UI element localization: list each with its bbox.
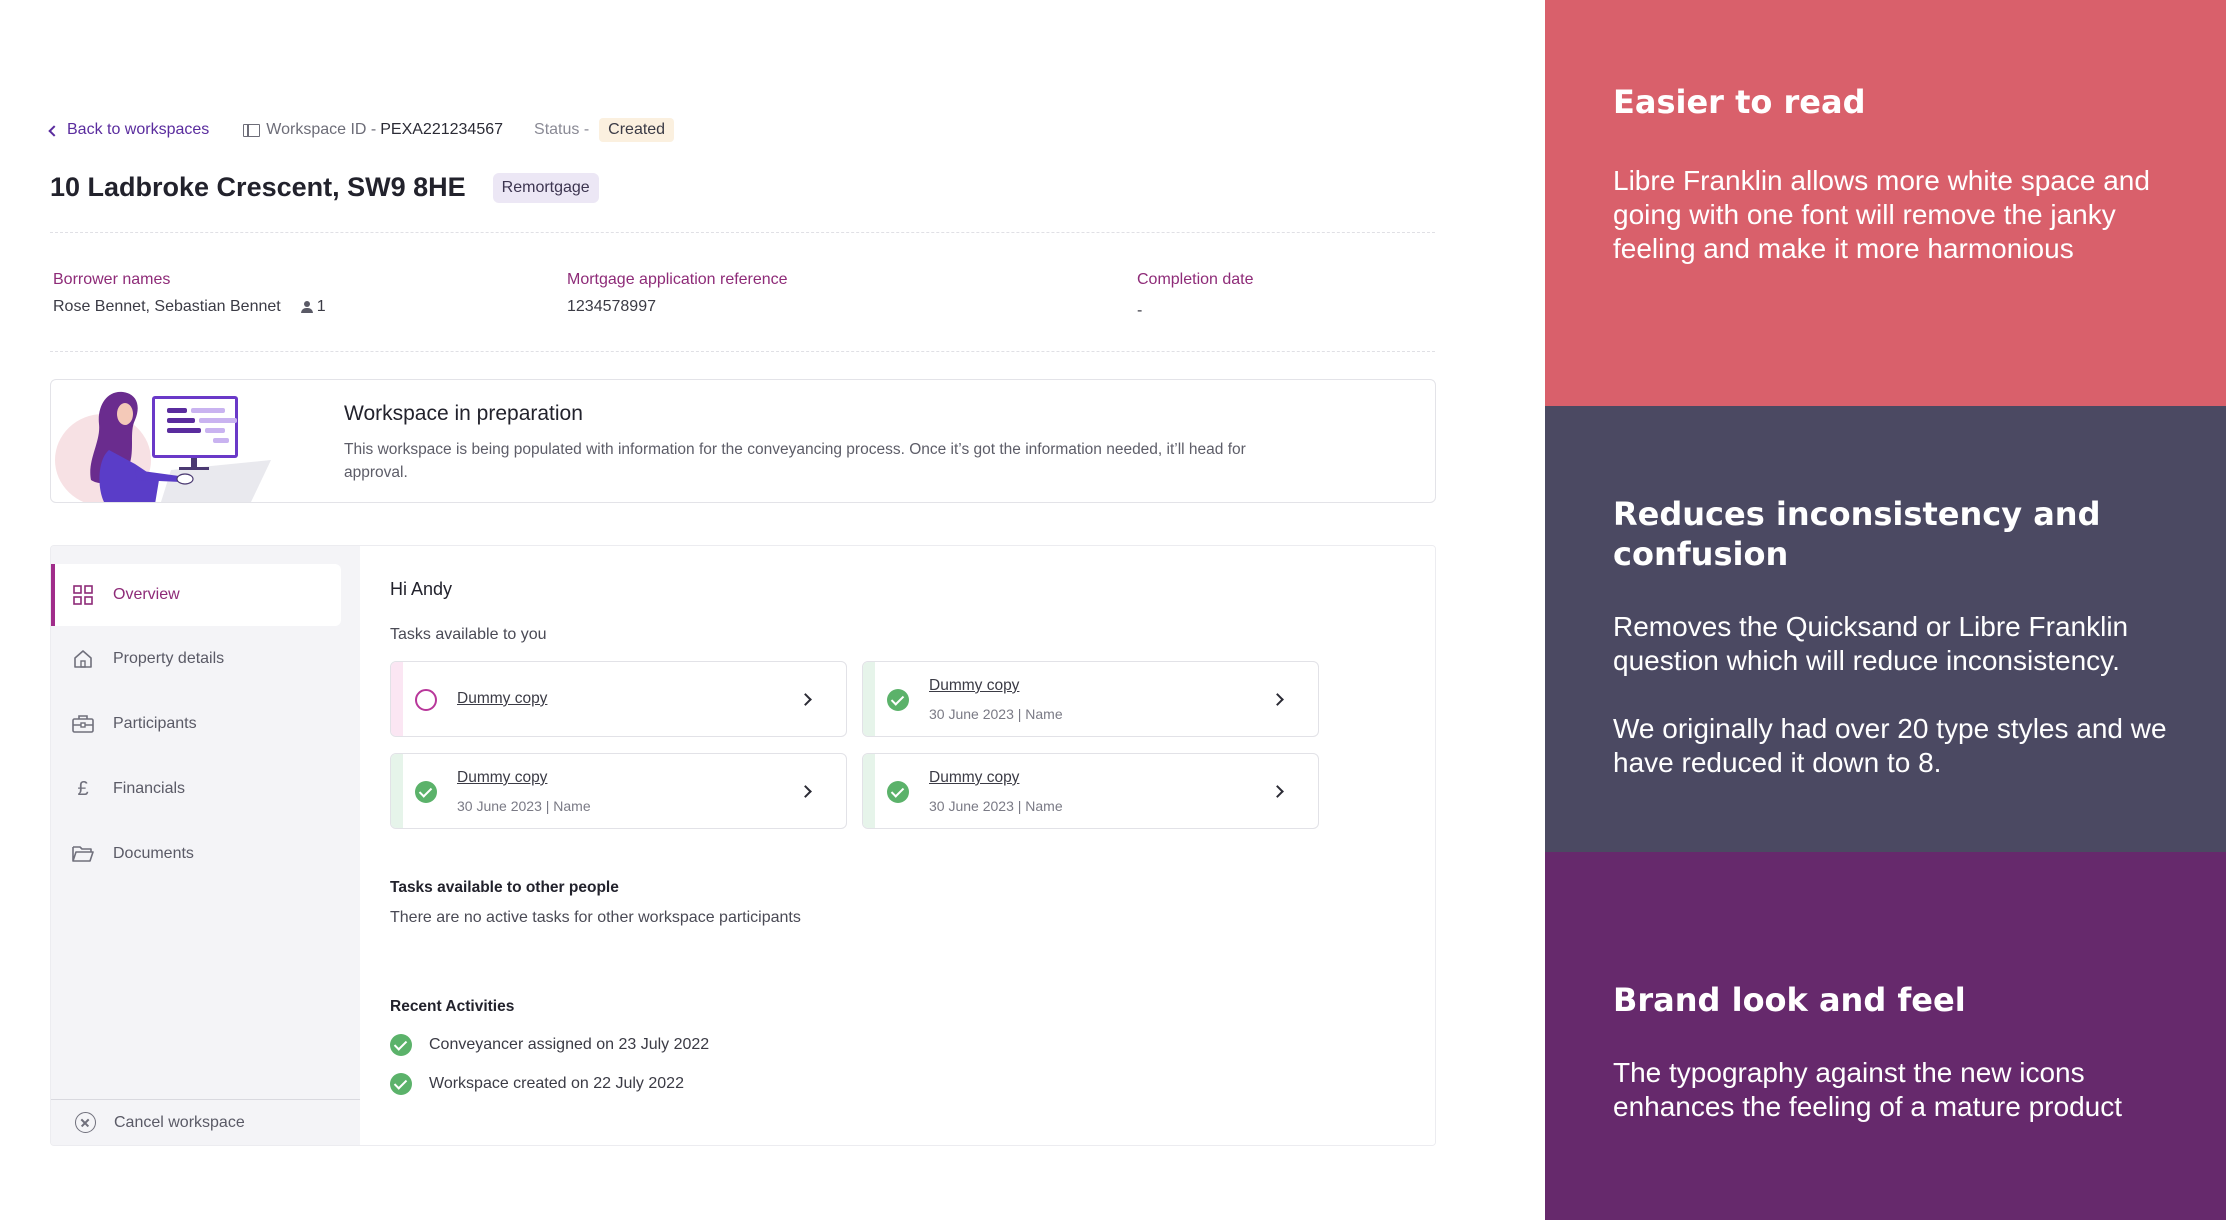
note-heading: Brand look and feel: [1613, 981, 1966, 1019]
sidebar-item-documents[interactable]: Documents: [51, 823, 341, 885]
task-meta: 30 June 2023 | Name: [457, 798, 591, 814]
chevron-right-icon: [799, 785, 812, 798]
person-icon: [300, 301, 313, 313]
completion-date: Completion date -: [1137, 271, 1254, 320]
briefcase-icon: [72, 713, 94, 735]
task-link[interactable]: Dummy copy: [929, 769, 1019, 787]
close-circle-icon: [75, 1112, 96, 1133]
workspace-status: Status - Created: [534, 118, 675, 142]
check-circle-icon: [887, 781, 909, 803]
note-heading: Easier to read: [1613, 83, 1866, 121]
borrower-names-value: Rose Bennet, Sebastian Bennet: [53, 298, 281, 315]
sidebar-item-property-details[interactable]: Property details: [51, 628, 341, 690]
workspace-id-label: Workspace ID -: [266, 121, 377, 138]
task-meta: 30 June 2023 | Name: [929, 706, 1063, 722]
sidebar-item-label: Participants: [113, 715, 197, 732]
recent-activities-heading: Recent Activities: [390, 998, 515, 1015]
task-status-strip: [863, 662, 875, 736]
check-circle-icon: [390, 1073, 412, 1095]
completion-date-label: Completion date: [1137, 271, 1254, 288]
borrower-count: 1: [316, 298, 326, 315]
workspace-id: Workspace ID - PEXA221234567: [243, 121, 503, 139]
check-circle-icon: [415, 781, 437, 803]
note-reduces-inconsistency: Reduces inconsistency and confusion Remo…: [1545, 406, 2226, 852]
banner-title: Workspace in preparation: [344, 402, 583, 425]
task-meta: 30 June 2023 | Name: [929, 798, 1063, 814]
task-card[interactable]: Dummy copy 30 June 2023 | Name: [862, 753, 1319, 829]
activity-item: Conveyancer assigned on 23 July 2022: [390, 1034, 709, 1056]
other-tasks-heading: Tasks available to other people: [390, 879, 619, 896]
check-circle-icon: [390, 1034, 412, 1056]
workspace-preparation-illustration: [55, 391, 271, 502]
activity-item: Workspace created on 22 July 2022: [390, 1073, 684, 1095]
home-icon: [72, 648, 94, 670]
tasks-heading: Tasks available to you: [390, 626, 547, 643]
divider: [50, 232, 1435, 233]
task-card[interactable]: Dummy copy 30 June 2023 | Name: [862, 661, 1319, 737]
activity-text: Conveyancer assigned on 23 July 2022: [429, 1036, 710, 1053]
workspace-preparation-banner: Workspace in preparation This workspace …: [50, 379, 1436, 503]
completion-date-value: -: [1137, 302, 1143, 319]
borrower-names: Borrower names Rose Bennet, Sebastian Be…: [53, 271, 326, 316]
chevron-left-icon: [48, 124, 60, 137]
chevron-right-icon: [1271, 693, 1284, 706]
mortgage-reference: Mortgage application reference 123457899…: [567, 271, 788, 316]
chevron-right-icon: [799, 693, 812, 706]
cancel-workspace-button[interactable]: Cancel workspace: [51, 1099, 360, 1145]
task-status-strip: [391, 662, 403, 736]
other-tasks-text: There are no active tasks for other work…: [390, 909, 801, 926]
task-card[interactable]: Dummy copy: [390, 661, 847, 737]
check-circle-icon: [887, 689, 909, 711]
folder-icon: [72, 843, 94, 865]
back-to-workspaces-link[interactable]: Back to workspaces: [48, 121, 210, 139]
mortgage-reference-value: 1234578997: [567, 298, 656, 315]
banner-text: This workspace is being populated with i…: [344, 441, 1246, 481]
id-card-icon: [243, 123, 261, 137]
chevron-right-icon: [1271, 785, 1284, 798]
mortgage-reference-label: Mortgage application reference: [567, 271, 788, 288]
task-status-strip: [391, 754, 403, 828]
note-body: Libre Franklin allows more white space a…: [1613, 165, 2150, 264]
workspace-id-value: PEXA221234567: [380, 121, 504, 138]
note-brand-look-and-feel: Brand look and feel The typography again…: [1545, 852, 2226, 1220]
sidebar-item-label: Overview: [113, 586, 180, 603]
note-easier-to-read: Easier to read Libre Franklin allows mor…: [1545, 0, 2226, 406]
borrower-names-label: Borrower names: [53, 271, 171, 288]
workspace-panel: Overview Property details Participants £…: [50, 545, 1436, 1146]
transaction-type-tag: Remortgage: [492, 172, 599, 203]
pending-circle-icon: [415, 689, 437, 711]
greeting: Hi Andy: [390, 579, 453, 599]
note-body: Removes the Quicksand or Libre Franklin …: [1613, 611, 2129, 676]
sidebar: Overview Property details Participants £…: [51, 546, 360, 1145]
task-link[interactable]: Dummy copy: [929, 677, 1019, 695]
task-card[interactable]: Dummy copy 30 June 2023 | Name: [390, 753, 847, 829]
task-link[interactable]: Dummy copy: [457, 769, 547, 787]
status-label: Status -: [534, 121, 590, 138]
back-label: Back to workspaces: [67, 121, 210, 138]
page-title: 10 Ladbroke Crescent, SW9 8HE: [50, 172, 466, 202]
overview-content: Hi Andy Tasks available to you Dummy cop…: [360, 546, 1435, 1145]
divider: [50, 351, 1435, 352]
sidebar-item-label: Financials: [113, 780, 186, 797]
note-body: The typography against the new icons enh…: [1613, 1057, 2123, 1122]
page-header: 10 Ladbroke Crescent, SW9 8HE Remortgage: [50, 172, 599, 203]
workspace-topbar: Back to workspaces Workspace ID - PEXA22…: [48, 118, 675, 142]
note-body-secondary: We originally had over 20 type styles an…: [1613, 713, 2167, 778]
workspace-app: Back to workspaces Workspace ID - PEXA22…: [0, 0, 1545, 1220]
cancel-workspace-label: Cancel workspace: [114, 1113, 245, 1131]
sidebar-item-overview[interactable]: Overview: [51, 564, 341, 626]
note-heading: Reduces inconsistency and confusion: [1613, 495, 2101, 573]
sidebar-item-participants[interactable]: Participants: [51, 693, 341, 755]
sidebar-item-label: Documents: [113, 845, 194, 862]
sidebar-item-financials[interactable]: £ Financials: [51, 758, 341, 820]
pound-icon: £: [77, 777, 89, 800]
task-link[interactable]: Dummy copy: [457, 690, 547, 708]
task-status-strip: [863, 754, 875, 828]
status-badge: Created: [599, 118, 675, 142]
grid-icon: [72, 584, 94, 606]
activity-text: Workspace created on 22 July 2022: [429, 1075, 684, 1092]
sidebar-item-label: Property details: [113, 650, 225, 667]
